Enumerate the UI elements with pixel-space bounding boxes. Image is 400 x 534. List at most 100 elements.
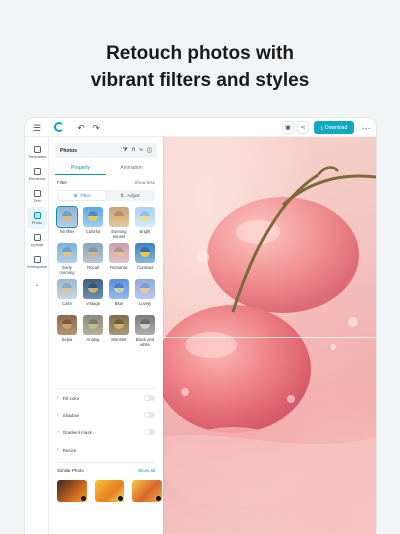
chevron-right-icon: › <box>57 429 59 435</box>
download-button[interactable]: ⤓ Download <box>314 121 354 134</box>
filter-vintage[interactable]: Vintage <box>83 279 103 311</box>
filter-lovely[interactable]: Lovely <box>135 279 155 311</box>
templates-icon <box>33 145 41 153</box>
rail-item-upload[interactable]: Upload <box>25 229 49 251</box>
adjust-segment-icon: ⇅ <box>120 192 125 198</box>
filter-blue[interactable]: Blue <box>109 279 129 311</box>
rail-item-templates[interactable]: Templates <box>25 141 49 163</box>
fill-color-toggle[interactable] <box>144 395 155 401</box>
filter-grid: No filter Colorful Evening sunset Bright… <box>57 207 155 347</box>
filter-thumbnail <box>135 243 155 263</box>
filter-label: Filter <box>57 180 67 185</box>
divider <box>57 462 155 463</box>
filter-thumbnail <box>57 243 77 263</box>
show-less-link[interactable]: Show less <box>134 180 155 185</box>
menu-icon[interactable]: ☰ <box>30 121 44 135</box>
similar-photo-list <box>57 480 163 502</box>
rail-label: Workspace <box>27 263 47 269</box>
tab-property[interactable]: Property <box>55 161 106 175</box>
filter-header: Filter Show less <box>57 180 155 185</box>
download-label: Download <box>324 124 348 131</box>
gradient-mask-toggle[interactable] <box>144 429 155 435</box>
left-rail: Templates Elements Text Photo Upload Wor… <box>25 137 49 534</box>
rail-expand[interactable]: ⌄ <box>25 273 49 295</box>
option-label: Shadow <box>62 412 79 418</box>
filter-label: Lovely <box>138 301 152 306</box>
shadow-toggle[interactable] <box>144 412 155 418</box>
add-badge-icon <box>118 496 124 501</box>
save-icon[interactable]: ▣ <box>282 121 294 134</box>
rail-item-photo[interactable]: Photo <box>27 207 47 229</box>
filter-icon[interactable]: ⧩ <box>123 147 127 154</box>
option-gradient-mask[interactable]: › Gradient mask <box>57 427 155 437</box>
filter-sepia[interactable]: Sepia <box>57 315 77 347</box>
filter-black-and-white[interactable]: Black and white <box>135 315 155 347</box>
rail-item-text[interactable]: Text <box>25 185 49 207</box>
filter-romantic[interactable]: Romantic <box>109 243 129 275</box>
photo-canvas[interactable] <box>163 137 376 534</box>
rail-item-elements[interactable]: Elements <box>25 163 49 185</box>
option-shadow[interactable]: › Shadow <box>57 410 155 420</box>
link-icon[interactable]: ∞ <box>139 147 143 154</box>
filter-thumbnail <box>83 279 103 299</box>
show-all-link[interactable]: Show all <box>138 468 155 473</box>
segment-adjust[interactable]: ⇅ Adjust <box>106 191 154 200</box>
filter-label: Recall <box>87 265 99 270</box>
text-icon <box>33 189 41 197</box>
undo-icon[interactable]: ↶ <box>74 121 88 135</box>
cherry-photo <box>163 166 376 534</box>
filter-monster[interactable]: Monster <box>109 315 129 347</box>
similar-photo-thumb[interactable] <box>132 480 163 502</box>
filter-label: No filter <box>59 229 75 234</box>
panel-tabs: Property Animation <box>55 161 157 175</box>
filter-bright[interactable]: Bright <box>135 207 155 239</box>
option-label: Resize <box>62 447 77 453</box>
filter-adjust-switch: ⊞ Filter ⇅ Adjust <box>57 190 155 201</box>
redo-icon[interactable]: ↷ <box>89 121 103 135</box>
filter-thumbnail <box>109 315 129 335</box>
filter-analog[interactable]: Analog <box>83 315 103 347</box>
option-resize[interactable]: › Resize <box>57 445 155 455</box>
headline-line-1: Retouch photos with <box>106 43 294 64</box>
canvas-guide-line <box>163 337 376 338</box>
rail-label: Upload <box>30 241 44 247</box>
chevron-down-icon: ⌄ <box>34 281 40 288</box>
panel-header: Photos ⧩ ⊓ ∞ ⓘ <box>55 143 157 158</box>
more-icon[interactable]: ⋯ <box>359 121 373 135</box>
top-toolbar: ☰ ↶ ↷ ▣ ⋖ ⤓ Download ⋯ <box>25 118 376 137</box>
filter-label: Early morning <box>59 265 75 275</box>
info-icon[interactable]: ⓘ <box>147 147 152 154</box>
filter-evening-sunset[interactable]: Evening sunset <box>109 207 129 239</box>
tab-animation[interactable]: Animation <box>106 161 157 175</box>
divider <box>57 388 155 389</box>
option-label: Fill color <box>62 395 80 401</box>
filter-calm[interactable]: Calm <box>57 279 77 311</box>
photo-icon <box>33 211 41 219</box>
filter-thumbnail <box>135 315 155 335</box>
rail-item-workspace[interactable]: Workspace <box>25 251 49 273</box>
share-icon[interactable]: ⋖ <box>297 121 309 134</box>
filter-no-filter[interactable]: No filter <box>57 207 77 239</box>
filter-label: Bright <box>139 229 151 234</box>
similar-photo-thumb[interactable] <box>94 480 125 502</box>
segment-label: Adjust <box>127 193 140 198</box>
add-badge-icon <box>80 496 86 501</box>
filter-label: Vintage <box>85 301 101 306</box>
headline: Retouch photos with vibrant filters and … <box>0 40 400 94</box>
filter-thumbnail <box>57 315 77 335</box>
filter-thumbnail <box>109 207 129 227</box>
filter-recall[interactable]: Recall <box>83 243 103 275</box>
filter-contrast[interactable]: Contrast <box>135 243 155 275</box>
canvas-edge <box>163 137 164 534</box>
segment-label: Filter <box>80 193 91 198</box>
filter-label: Calm <box>62 301 72 306</box>
lock-icon[interactable]: ⊓ <box>132 147 136 154</box>
segment-filter[interactable]: ⊞ Filter <box>58 191 106 200</box>
download-icon: ⤓ <box>320 124 323 131</box>
filter-colorful[interactable]: Colorful <box>83 207 103 239</box>
rail-label: Text <box>33 197 41 203</box>
similar-photo-thumb[interactable] <box>57 480 87 502</box>
filter-early-morning[interactable]: Early morning <box>57 243 77 275</box>
chevron-right-icon: › <box>57 447 59 453</box>
option-fill-color[interactable]: › Fill color <box>57 393 155 403</box>
